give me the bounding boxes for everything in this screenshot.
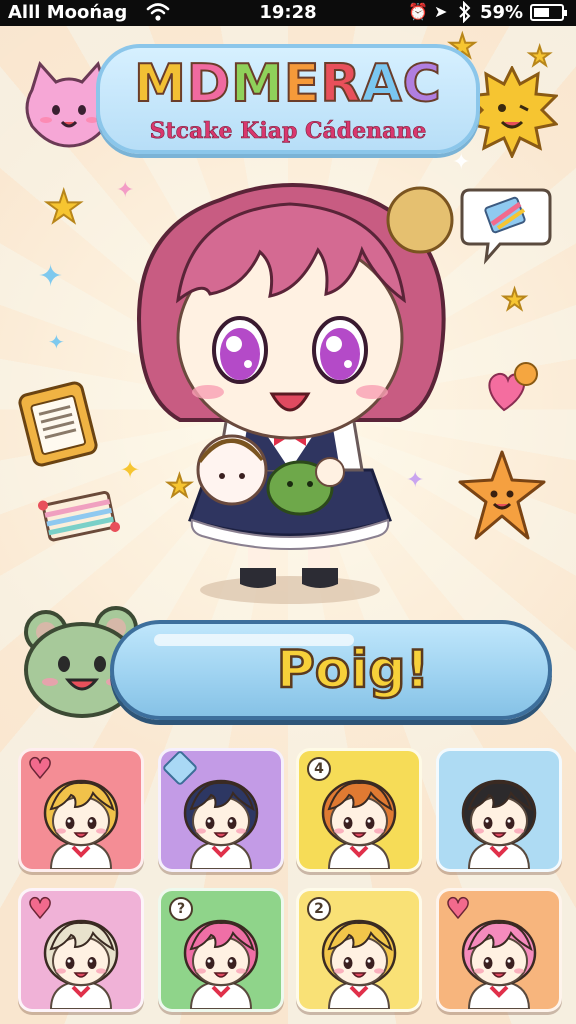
character-card[interactable]: ♥	[18, 888, 144, 1012]
game-subtitle: Stcake Kiap Cádenane	[149, 118, 427, 145]
heart-balloon-icon	[484, 360, 544, 420]
star-icon: ★	[527, 42, 552, 72]
card-badge: 2	[307, 897, 331, 921]
title-letter: C	[402, 53, 442, 115]
character-card[interactable]	[158, 748, 284, 872]
character-card[interactable]: ?	[158, 888, 284, 1012]
title-letter: D	[186, 53, 232, 115]
character-portrait	[461, 779, 537, 869]
battery-icon	[530, 4, 567, 21]
hero-character-illustration	[100, 170, 480, 610]
character-card[interactable]: ♥	[18, 748, 144, 872]
title-letter: E	[283, 53, 321, 115]
character-card[interactable]: 4	[296, 748, 422, 872]
game-title-banner: MDMERAC Stcake Kiap Cádenane	[96, 44, 480, 154]
card-badge: 4	[307, 757, 331, 781]
star-icon: ★	[43, 182, 84, 233]
character-select-grid: ♥ 4 ♥? 2 ♥	[18, 748, 562, 1014]
title-letter: A	[360, 53, 403, 115]
play-button[interactable]: Poig!	[110, 620, 552, 720]
sparkle-icon: ✦	[48, 330, 65, 354]
character-card[interactable]: ♥	[436, 888, 562, 1012]
character-card[interactable]	[436, 748, 562, 872]
status-bar: Alll Moońag 19:28 ⏰ ➤ 59%	[0, 0, 576, 26]
heart-badge-icon: ♥	[445, 891, 472, 925]
bluetooth-icon	[458, 0, 472, 28]
game-title: MDMERAC	[100, 53, 476, 115]
character-card[interactable]: 2	[296, 888, 422, 1012]
sparkle-icon: ✦	[38, 259, 64, 294]
star-icon: ★	[501, 283, 528, 316]
alarm-icon: ⏰	[408, 2, 428, 21]
location-icon: ➤	[434, 2, 448, 21]
title-letter: R	[319, 53, 362, 115]
battery-percent: 59%	[480, 2, 524, 23]
play-button-label: Poig!	[275, 639, 430, 702]
heart-badge-icon: ♥	[27, 891, 54, 925]
card-badge: ?	[169, 897, 193, 921]
heart-badge-icon: ♥	[27, 751, 54, 785]
title-letter: M	[133, 53, 187, 115]
clipboard-icon	[16, 378, 100, 474]
title-letter: M	[230, 53, 284, 115]
